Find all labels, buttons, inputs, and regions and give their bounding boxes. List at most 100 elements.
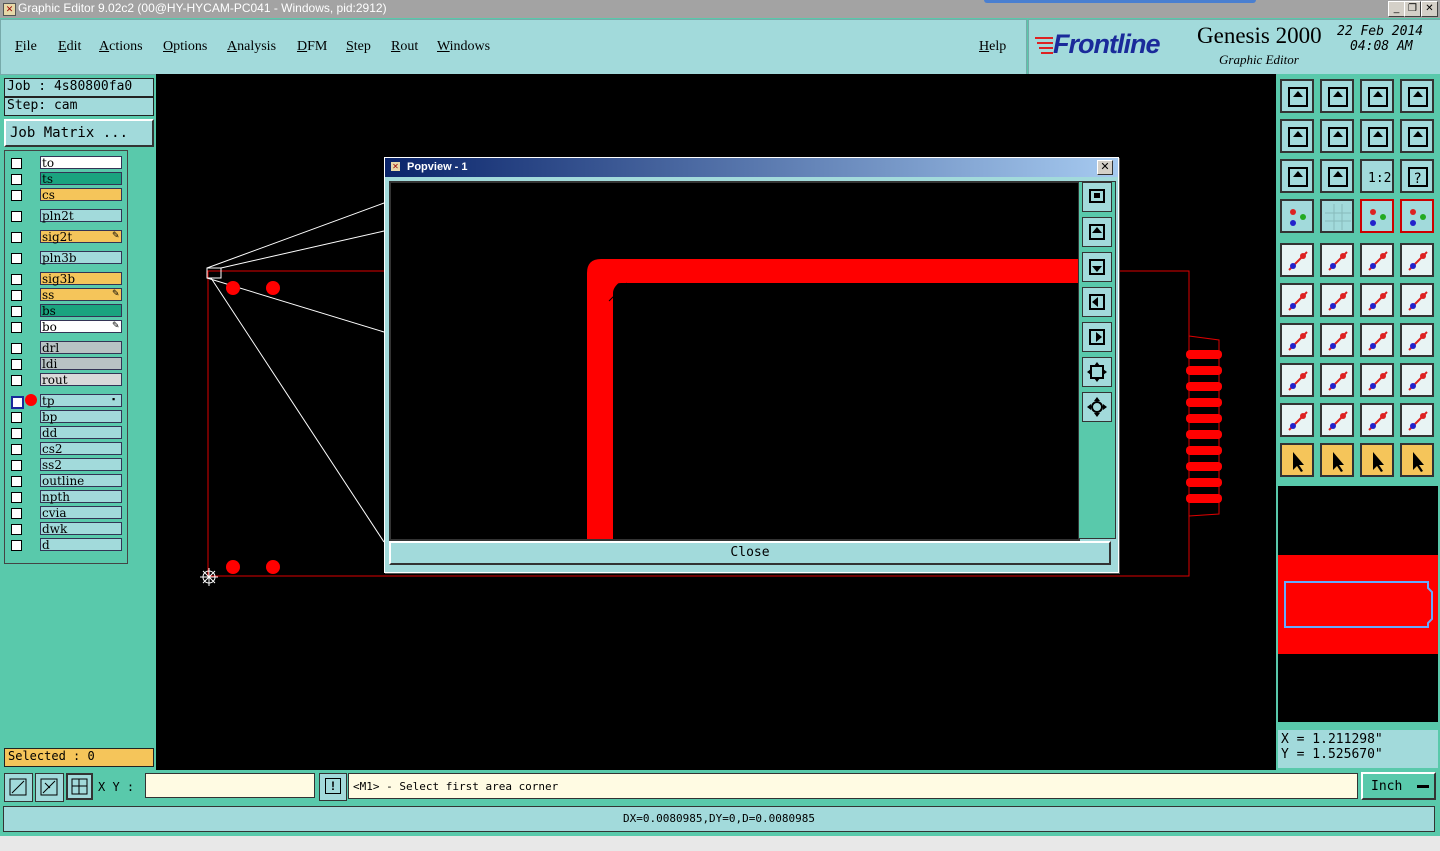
pan-up-icon[interactable] <box>1280 79 1314 113</box>
layer-checkbox[interactable] <box>11 492 22 503</box>
layer-checkbox[interactable] <box>11 274 22 285</box>
layer-row-bs[interactable]: bs <box>8 304 124 318</box>
grid-icon[interactable] <box>66 773 93 800</box>
layer-row-ss2[interactable]: ss2 <box>8 458 124 472</box>
scale-1-2-icon[interactable]: 1:2 <box>1360 159 1394 193</box>
layer-row-dwk[interactable]: dwk <box>8 522 124 536</box>
menu-file[interactable]: File <box>15 39 37 55</box>
route-icon[interactable] <box>1400 443 1434 477</box>
zoom-fit-icon[interactable] <box>1280 159 1314 193</box>
pan-down-icon[interactable] <box>1320 79 1354 113</box>
menu-edit[interactable]: Edit <box>58 39 81 55</box>
layer-checkbox[interactable] <box>11 190 22 201</box>
xy-input[interactable] <box>145 773 315 798</box>
layer-row-cvia[interactable]: cvia <box>8 506 124 520</box>
layer-row-sig2t[interactable]: sig2t ✎ <box>8 230 124 244</box>
draw-line-icon[interactable] <box>1320 323 1354 357</box>
pointer-icon[interactable] <box>1280 443 1314 477</box>
layer-row-outline[interactable]: outline <box>8 474 124 488</box>
layer-checkbox[interactable] <box>11 211 22 222</box>
layer-checkbox[interactable] <box>11 428 22 439</box>
undo-zoom-icon[interactable] <box>1360 119 1394 153</box>
layer-colors-icon[interactable] <box>1360 199 1394 233</box>
layer-row-bp[interactable]: bp <box>8 410 124 424</box>
shapes-icon[interactable] <box>1400 363 1434 397</box>
home-icon[interactable] <box>1360 79 1394 113</box>
zoom-home-icon[interactable] <box>1320 159 1354 193</box>
text-icon[interactable] <box>1400 323 1434 357</box>
copy-icon[interactable] <box>1400 283 1434 317</box>
popview-close-button[interactable]: Close <box>389 541 1111 565</box>
popview-pan-right-icon[interactable] <box>1082 322 1112 352</box>
layer-row-drl[interactable]: drl <box>8 341 124 355</box>
layer-checkbox[interactable] <box>11 524 22 535</box>
close-icon[interactable]: ✕ <box>1421 1 1438 17</box>
net-select-icon[interactable] <box>1280 283 1314 317</box>
layer-checkbox[interactable] <box>11 343 22 354</box>
triangle-select-icon[interactable] <box>1280 403 1314 437</box>
layer-checkbox[interactable] <box>11 460 22 471</box>
cut-select-icon[interactable] <box>1400 403 1434 437</box>
layer-checkbox[interactable] <box>11 174 22 185</box>
layer-row-ss[interactable]: ss ✎ <box>8 288 124 302</box>
trim-icon[interactable] <box>1320 363 1354 397</box>
popview-pan-down-icon[interactable] <box>1082 252 1112 282</box>
popview-canvas[interactable] <box>389 181 1080 541</box>
pointer-circle-icon[interactable] <box>1360 443 1394 477</box>
layer-row-rout[interactable]: rout <box>8 373 124 387</box>
layer-row-cs2[interactable]: cs2 <box>8 442 124 456</box>
layer-row-pln3b[interactable]: pln3b <box>8 251 124 265</box>
menu-help[interactable]: Help <box>979 39 1006 55</box>
layer-checkbox[interactable] <box>11 396 24 409</box>
snap-icon[interactable] <box>35 773 64 802</box>
polygon-select-icon[interactable] <box>1320 403 1354 437</box>
pan-left-icon[interactable] <box>1280 119 1314 153</box>
layer-row-ldi[interactable]: ldi <box>8 357 124 371</box>
layer-checkbox[interactable] <box>11 476 22 487</box>
layer-row-cs[interactable]: cs <box>8 188 124 202</box>
pad-icon[interactable] <box>1400 243 1434 277</box>
units-dropdown[interactable]: Inch <box>1361 772 1436 800</box>
select-feature-icon[interactable] <box>1280 243 1314 277</box>
layer-checkbox[interactable] <box>11 306 22 317</box>
menu-analysis[interactable]: Analysis <box>227 39 276 55</box>
pan-right-icon[interactable] <box>1320 119 1354 153</box>
layer-checkbox[interactable] <box>11 253 22 264</box>
alert-icon[interactable]: ! <box>319 773 347 801</box>
zoom-window-icon[interactable] <box>1400 79 1434 113</box>
layer-checkbox[interactable] <box>11 232 22 243</box>
settings-icon[interactable] <box>1280 199 1314 233</box>
pointer-box-icon[interactable] <box>1320 443 1354 477</box>
popview-zoom-icon[interactable] <box>1082 182 1112 212</box>
area-select-icon[interactable] <box>1360 403 1394 437</box>
popview-zoom-home-icon[interactable] <box>1082 392 1112 422</box>
menu-step[interactable]: Step <box>346 39 371 55</box>
resize-icon[interactable] <box>1360 363 1394 397</box>
menu-dfm[interactable]: DFM <box>297 39 327 55</box>
pad-add-icon[interactable] <box>1280 363 1314 397</box>
menu-options[interactable]: Options <box>163 39 207 55</box>
zoom-area-icon[interactable] <box>4 773 33 802</box>
layer-row-bo[interactable]: bo ✎ <box>8 320 124 334</box>
layer-colors-alt-icon[interactable] <box>1400 199 1434 233</box>
help-icon[interactable]: ? <box>1400 159 1434 193</box>
popview-pan-left-icon[interactable] <box>1082 287 1112 317</box>
layer-checkbox[interactable] <box>11 375 22 386</box>
redraw-icon[interactable] <box>1400 119 1434 153</box>
layer-checkbox[interactable] <box>11 444 22 455</box>
layer-checkbox[interactable] <box>11 540 22 551</box>
menu-actions[interactable]: Actions <box>99 39 143 55</box>
restore-icon[interactable]: ❐ <box>1404 1 1421 17</box>
layer-checkbox[interactable] <box>11 359 22 370</box>
popview-close-icon[interactable]: ✕ <box>1097 160 1113 175</box>
arc-icon[interactable] <box>1360 323 1394 357</box>
layer-row-ts[interactable]: ts <box>8 172 124 186</box>
menu-rout[interactable]: Rout <box>391 39 418 55</box>
popview-pan-up-icon[interactable] <box>1082 217 1112 247</box>
layer-row-tp[interactable]: tp ▪ <box>8 394 124 409</box>
grid-display-icon[interactable] <box>1320 199 1354 233</box>
line-icon[interactable] <box>1280 323 1314 357</box>
job-matrix-button[interactable]: Job Matrix ... <box>4 119 154 147</box>
layer-row-dd[interactable]: dd <box>8 426 124 440</box>
measure-icon[interactable] <box>1360 243 1394 277</box>
